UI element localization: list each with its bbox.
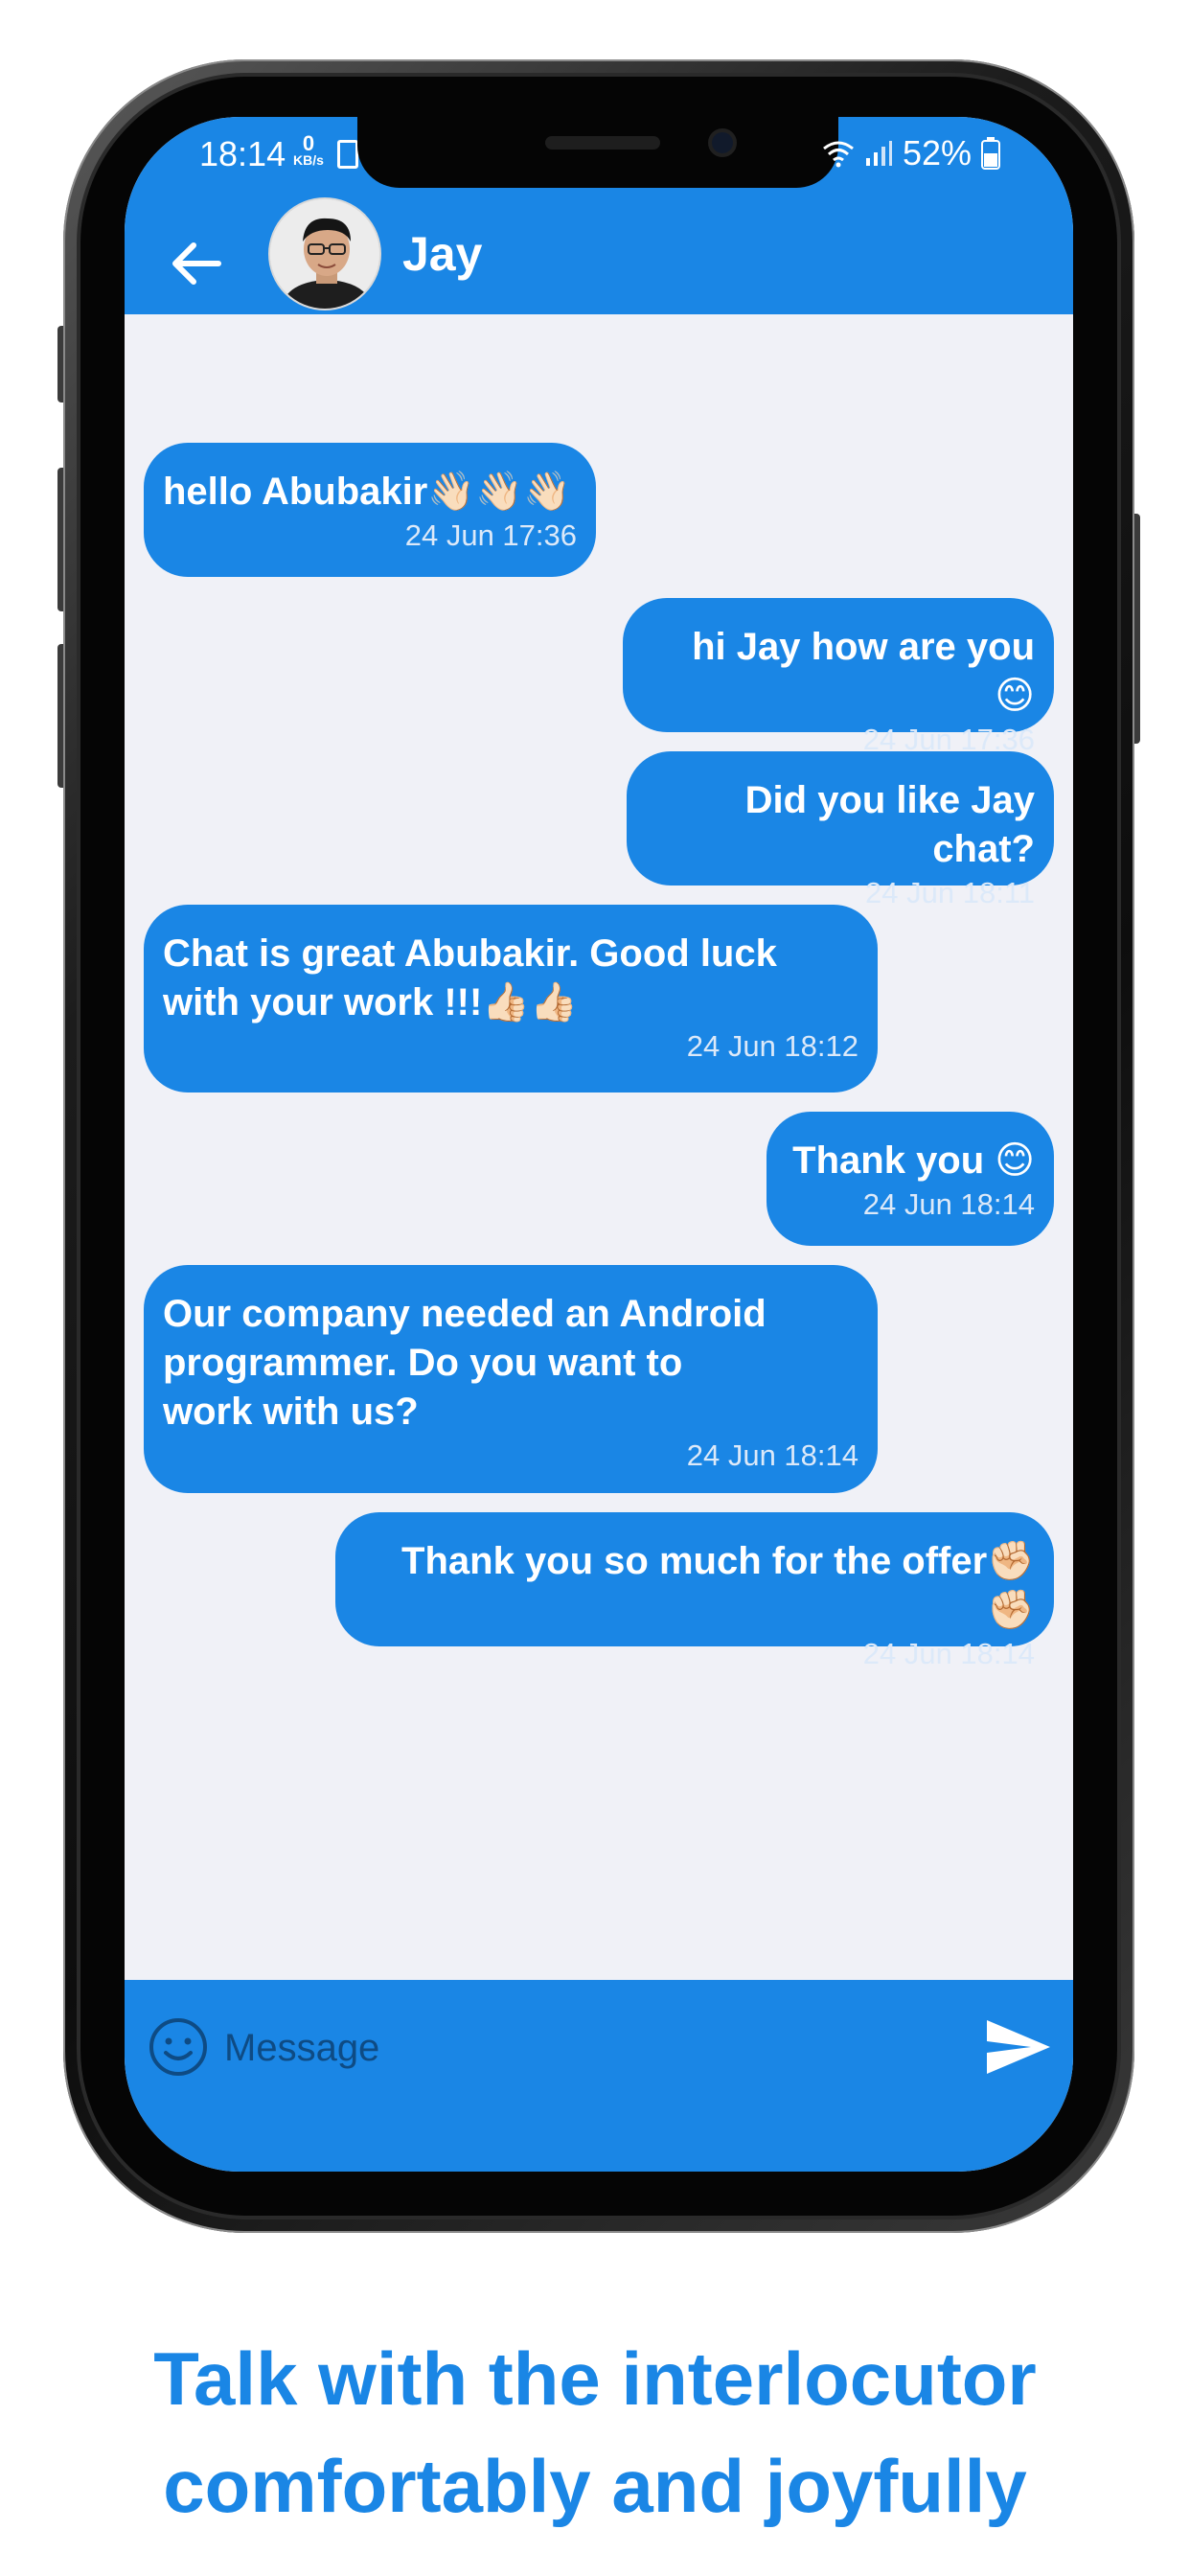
network-speed-value: 0 bbox=[302, 131, 315, 155]
message-text: Did you like Jay chat? bbox=[744, 779, 1035, 870]
message-text: Thank you so much for the offer✊🏻✊🏻 bbox=[401, 1540, 1035, 1631]
battery-icon bbox=[981, 137, 1000, 170]
message-text: hi Jay how are you 😊 bbox=[692, 626, 1035, 717]
notch bbox=[357, 117, 838, 188]
caption-line-1: Talk with the interlocutor bbox=[153, 2336, 1037, 2421]
message-bubble[interactable]: Chat is great Abubakir. Good luck with y… bbox=[144, 905, 878, 1092]
notification-icon bbox=[337, 140, 358, 169]
signal-icon bbox=[864, 139, 893, 168]
message-time: 24 Jun 18:14 bbox=[862, 1187, 1035, 1221]
message-bubble[interactable]: Thank you 😊 24 Jun 18:14 bbox=[767, 1112, 1054, 1246]
message-time: 24 Jun 18:14 bbox=[862, 1637, 1035, 1670]
message-time: 24 Jun 17:36 bbox=[404, 518, 577, 552]
emoji-icon[interactable] bbox=[148, 2016, 209, 2078]
speaker-grille bbox=[545, 136, 660, 150]
message-text: Our company needed an Android programmer… bbox=[163, 1293, 767, 1433]
message-text: Thank you 😊 bbox=[792, 1139, 1035, 1182]
message-text: Chat is great Abubakir. Good luck with y… bbox=[163, 932, 777, 1024]
app-header: 18:14 0 KB/s 52% Jay bbox=[125, 117, 1073, 314]
front-camera bbox=[708, 128, 737, 157]
message-bubble[interactable]: Did you like Jay chat? 24 Jun 18:11 bbox=[627, 751, 1054, 909]
message-bubble[interactable]: hello Abubakir👋🏻👋🏻👋🏻 24 Jun 17:36 bbox=[144, 443, 596, 577]
message-time: 24 Jun 18:14 bbox=[686, 1438, 858, 1472]
avatar[interactable] bbox=[268, 197, 381, 310]
status-right: 52% bbox=[822, 133, 1000, 172]
message-time: 24 Jun 18:12 bbox=[686, 1029, 858, 1063]
wifi-icon bbox=[822, 139, 855, 168]
contact-name: Jay bbox=[402, 227, 483, 281]
message-bubble[interactable]: Our company needed an Android programmer… bbox=[144, 1265, 878, 1493]
network-speed: 0 KB/s bbox=[293, 131, 324, 168]
message-bubble[interactable]: Thank you so much for the offer✊🏻✊🏻 24 J… bbox=[335, 1512, 1054, 1670]
promo-caption: Talk with the interlocutor comfortably a… bbox=[0, 2325, 1190, 2540]
back-arrow-icon[interactable] bbox=[163, 230, 230, 297]
send-icon[interactable] bbox=[985, 2018, 1052, 2076]
caption-line-2: comfortably and joyfully bbox=[163, 2444, 1027, 2528]
message-input-bar bbox=[125, 1980, 1073, 2172]
message-input[interactable] bbox=[224, 2014, 914, 2082]
message-text: hello Abubakir👋🏻👋🏻👋🏻 bbox=[163, 471, 571, 513]
message-bubble[interactable]: hi Jay how are you 😊 24 Jun 17:36 bbox=[623, 598, 1054, 756]
phone-screen: 18:14 0 KB/s 52% Jay hello Abubakir👋🏻👋🏻👋… bbox=[125, 117, 1073, 2172]
battery-percent: 52% bbox=[902, 133, 972, 172]
network-speed-unit: KB/s bbox=[293, 152, 324, 168]
status-time: 18:14 bbox=[199, 134, 286, 173]
